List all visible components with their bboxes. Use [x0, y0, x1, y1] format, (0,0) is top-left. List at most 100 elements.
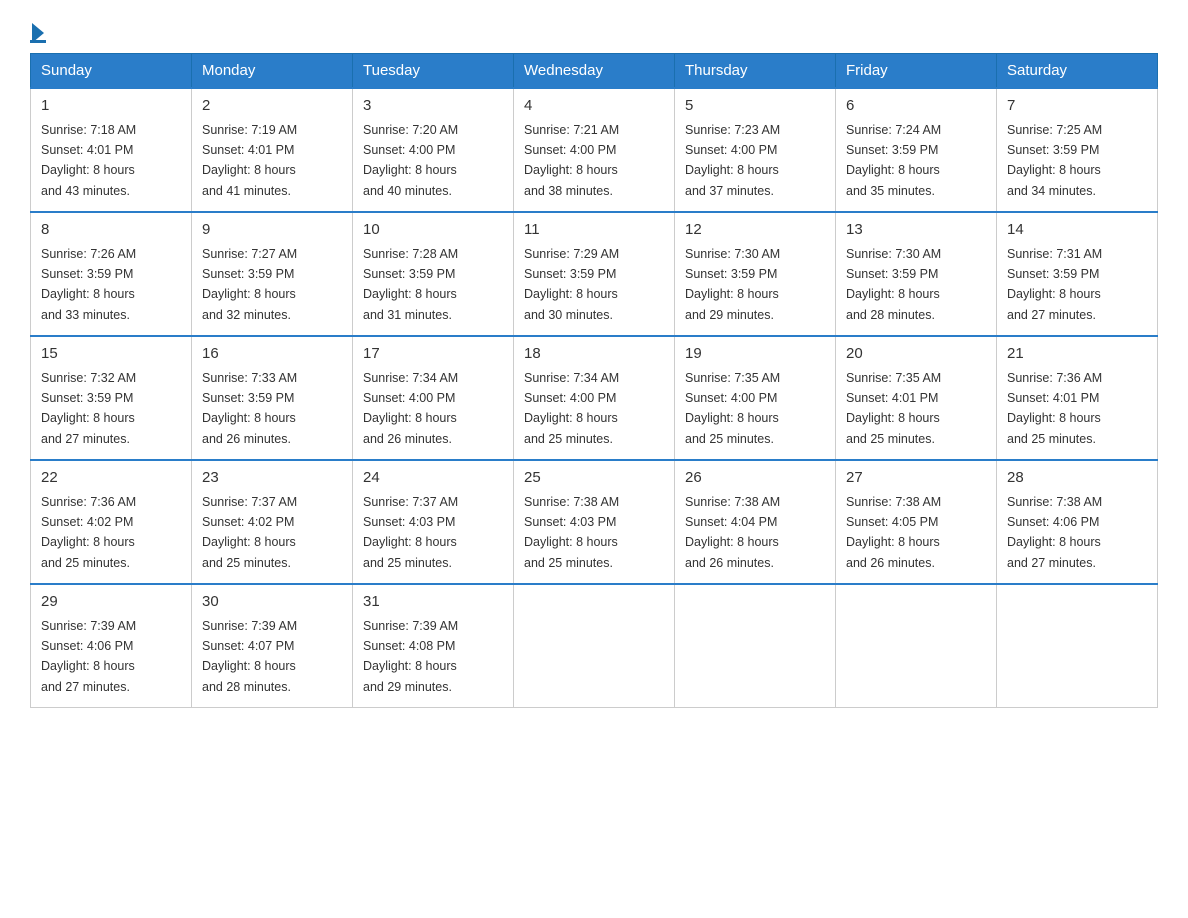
col-header-saturday: Saturday — [997, 54, 1158, 89]
calendar-cell: 31 Sunrise: 7:39 AMSunset: 4:08 PMDaylig… — [353, 584, 514, 708]
calendar-cell: 17 Sunrise: 7:34 AMSunset: 4:00 PMDaylig… — [353, 336, 514, 460]
day-info: Sunrise: 7:35 AMSunset: 4:00 PMDaylight:… — [685, 371, 780, 446]
calendar-cell: 16 Sunrise: 7:33 AMSunset: 3:59 PMDaylig… — [192, 336, 353, 460]
calendar-cell: 7 Sunrise: 7:25 AMSunset: 3:59 PMDayligh… — [997, 88, 1158, 212]
day-info: Sunrise: 7:21 AMSunset: 4:00 PMDaylight:… — [524, 123, 619, 198]
day-number: 2 — [202, 95, 342, 118]
calendar-cell: 19 Sunrise: 7:35 AMSunset: 4:00 PMDaylig… — [675, 336, 836, 460]
calendar-cell: 28 Sunrise: 7:38 AMSunset: 4:06 PMDaylig… — [997, 460, 1158, 584]
day-number: 21 — [1007, 343, 1147, 366]
col-header-sunday: Sunday — [31, 54, 192, 89]
calendar-cell: 14 Sunrise: 7:31 AMSunset: 3:59 PMDaylig… — [997, 212, 1158, 336]
day-number: 5 — [685, 95, 825, 118]
calendar-cell: 27 Sunrise: 7:38 AMSunset: 4:05 PMDaylig… — [836, 460, 997, 584]
page-header — [30, 20, 1158, 43]
day-number: 29 — [41, 591, 181, 614]
calendar-cell — [836, 584, 997, 708]
day-number: 25 — [524, 467, 664, 490]
day-info: Sunrise: 7:39 AMSunset: 4:07 PMDaylight:… — [202, 619, 297, 694]
day-info: Sunrise: 7:30 AMSunset: 3:59 PMDaylight:… — [685, 247, 780, 322]
calendar-cell: 5 Sunrise: 7:23 AMSunset: 4:00 PMDayligh… — [675, 88, 836, 212]
calendar-cell: 30 Sunrise: 7:39 AMSunset: 4:07 PMDaylig… — [192, 584, 353, 708]
day-info: Sunrise: 7:27 AMSunset: 3:59 PMDaylight:… — [202, 247, 297, 322]
calendar-cell: 4 Sunrise: 7:21 AMSunset: 4:00 PMDayligh… — [514, 88, 675, 212]
day-info: Sunrise: 7:32 AMSunset: 3:59 PMDaylight:… — [41, 371, 136, 446]
calendar-cell: 29 Sunrise: 7:39 AMSunset: 4:06 PMDaylig… — [31, 584, 192, 708]
calendar-cell: 18 Sunrise: 7:34 AMSunset: 4:00 PMDaylig… — [514, 336, 675, 460]
day-number: 30 — [202, 591, 342, 614]
col-header-wednesday: Wednesday — [514, 54, 675, 89]
calendar-cell: 20 Sunrise: 7:35 AMSunset: 4:01 PMDaylig… — [836, 336, 997, 460]
day-number: 22 — [41, 467, 181, 490]
day-number: 31 — [363, 591, 503, 614]
calendar-cell: 23 Sunrise: 7:37 AMSunset: 4:02 PMDaylig… — [192, 460, 353, 584]
calendar-cell — [675, 584, 836, 708]
logo — [30, 20, 46, 43]
col-header-friday: Friday — [836, 54, 997, 89]
logo-underline — [30, 40, 46, 43]
day-number: 15 — [41, 343, 181, 366]
day-number: 16 — [202, 343, 342, 366]
calendar-week-row: 22 Sunrise: 7:36 AMSunset: 4:02 PMDaylig… — [31, 460, 1158, 584]
calendar-week-row: 1 Sunrise: 7:18 AMSunset: 4:01 PMDayligh… — [31, 88, 1158, 212]
day-info: Sunrise: 7:25 AMSunset: 3:59 PMDaylight:… — [1007, 123, 1102, 198]
calendar-cell — [997, 584, 1158, 708]
col-header-tuesday: Tuesday — [353, 54, 514, 89]
calendar-cell: 3 Sunrise: 7:20 AMSunset: 4:00 PMDayligh… — [353, 88, 514, 212]
calendar-cell: 25 Sunrise: 7:38 AMSunset: 4:03 PMDaylig… — [514, 460, 675, 584]
day-info: Sunrise: 7:39 AMSunset: 4:06 PMDaylight:… — [41, 619, 136, 694]
day-number: 18 — [524, 343, 664, 366]
calendar-cell: 24 Sunrise: 7:37 AMSunset: 4:03 PMDaylig… — [353, 460, 514, 584]
day-number: 14 — [1007, 219, 1147, 242]
calendar-week-row: 8 Sunrise: 7:26 AMSunset: 3:59 PMDayligh… — [31, 212, 1158, 336]
day-info: Sunrise: 7:29 AMSunset: 3:59 PMDaylight:… — [524, 247, 619, 322]
calendar-week-row: 15 Sunrise: 7:32 AMSunset: 3:59 PMDaylig… — [31, 336, 1158, 460]
day-info: Sunrise: 7:31 AMSunset: 3:59 PMDaylight:… — [1007, 247, 1102, 322]
day-number: 9 — [202, 219, 342, 242]
day-number: 10 — [363, 219, 503, 242]
day-number: 27 — [846, 467, 986, 490]
day-info: Sunrise: 7:36 AMSunset: 4:02 PMDaylight:… — [41, 495, 136, 570]
day-info: Sunrise: 7:38 AMSunset: 4:06 PMDaylight:… — [1007, 495, 1102, 570]
calendar-cell: 22 Sunrise: 7:36 AMSunset: 4:02 PMDaylig… — [31, 460, 192, 584]
day-number: 19 — [685, 343, 825, 366]
calendar-cell: 8 Sunrise: 7:26 AMSunset: 3:59 PMDayligh… — [31, 212, 192, 336]
calendar-cell: 1 Sunrise: 7:18 AMSunset: 4:01 PMDayligh… — [31, 88, 192, 212]
day-number: 6 — [846, 95, 986, 118]
col-header-monday: Monday — [192, 54, 353, 89]
day-info: Sunrise: 7:38 AMSunset: 4:04 PMDaylight:… — [685, 495, 780, 570]
day-info: Sunrise: 7:34 AMSunset: 4:00 PMDaylight:… — [363, 371, 458, 446]
calendar-cell: 6 Sunrise: 7:24 AMSunset: 3:59 PMDayligh… — [836, 88, 997, 212]
day-info: Sunrise: 7:20 AMSunset: 4:00 PMDaylight:… — [363, 123, 458, 198]
day-info: Sunrise: 7:39 AMSunset: 4:08 PMDaylight:… — [363, 619, 458, 694]
day-info: Sunrise: 7:30 AMSunset: 3:59 PMDaylight:… — [846, 247, 941, 322]
day-info: Sunrise: 7:24 AMSunset: 3:59 PMDaylight:… — [846, 123, 941, 198]
calendar-week-row: 29 Sunrise: 7:39 AMSunset: 4:06 PMDaylig… — [31, 584, 1158, 708]
day-number: 20 — [846, 343, 986, 366]
day-number: 11 — [524, 219, 664, 242]
day-info: Sunrise: 7:36 AMSunset: 4:01 PMDaylight:… — [1007, 371, 1102, 446]
day-number: 12 — [685, 219, 825, 242]
day-info: Sunrise: 7:33 AMSunset: 3:59 PMDaylight:… — [202, 371, 297, 446]
day-number: 28 — [1007, 467, 1147, 490]
day-info: Sunrise: 7:28 AMSunset: 3:59 PMDaylight:… — [363, 247, 458, 322]
day-number: 17 — [363, 343, 503, 366]
day-info: Sunrise: 7:34 AMSunset: 4:00 PMDaylight:… — [524, 371, 619, 446]
calendar-cell: 10 Sunrise: 7:28 AMSunset: 3:59 PMDaylig… — [353, 212, 514, 336]
day-info: Sunrise: 7:37 AMSunset: 4:02 PMDaylight:… — [202, 495, 297, 570]
day-info: Sunrise: 7:38 AMSunset: 4:03 PMDaylight:… — [524, 495, 619, 570]
day-info: Sunrise: 7:18 AMSunset: 4:01 PMDaylight:… — [41, 123, 136, 198]
day-info: Sunrise: 7:37 AMSunset: 4:03 PMDaylight:… — [363, 495, 458, 570]
day-number: 13 — [846, 219, 986, 242]
col-header-thursday: Thursday — [675, 54, 836, 89]
calendar-cell: 21 Sunrise: 7:36 AMSunset: 4:01 PMDaylig… — [997, 336, 1158, 460]
calendar-table: SundayMondayTuesdayWednesdayThursdayFrid… — [30, 53, 1158, 708]
day-number: 7 — [1007, 95, 1147, 118]
day-info: Sunrise: 7:26 AMSunset: 3:59 PMDaylight:… — [41, 247, 136, 322]
day-info: Sunrise: 7:19 AMSunset: 4:01 PMDaylight:… — [202, 123, 297, 198]
day-number: 4 — [524, 95, 664, 118]
day-number: 26 — [685, 467, 825, 490]
calendar-cell: 11 Sunrise: 7:29 AMSunset: 3:59 PMDaylig… — [514, 212, 675, 336]
calendar-header-row: SundayMondayTuesdayWednesdayThursdayFrid… — [31, 54, 1158, 89]
calendar-cell: 15 Sunrise: 7:32 AMSunset: 3:59 PMDaylig… — [31, 336, 192, 460]
